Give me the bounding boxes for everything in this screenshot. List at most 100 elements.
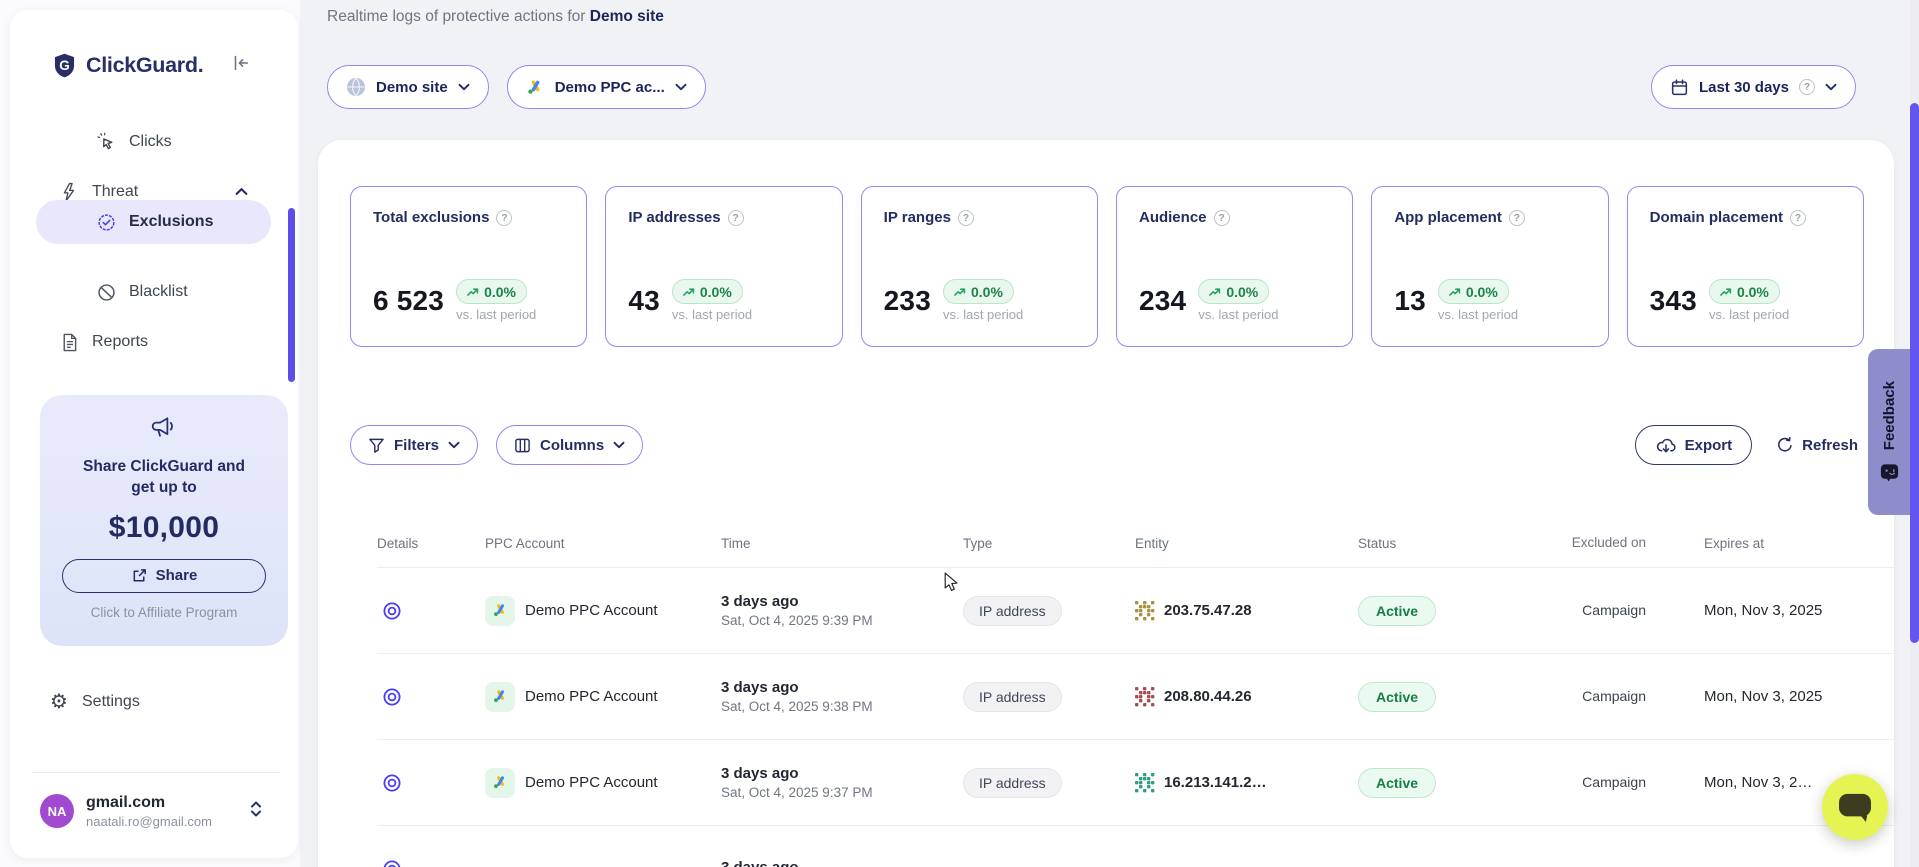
columns-icon xyxy=(514,437,531,454)
brand-header: ClickGuard. xyxy=(51,46,278,84)
delta-badge: 0.0% xyxy=(456,279,527,304)
time-relative: 3 days ago xyxy=(721,679,963,696)
type-badge: IP address xyxy=(963,596,1062,626)
avatar: NA xyxy=(40,794,74,828)
table-row: Demo PPC Account 3 days agoSat, Oct 4, 2… xyxy=(377,568,1894,654)
clickguard-app: ClickGuard. Clicks Threat Exclusions Bla… xyxy=(0,0,1919,867)
stats-row: Total exclusions 6 523 0.0% vs. last per… xyxy=(350,186,1864,347)
stat-card-total-exclusions: Total exclusions 6 523 0.0% vs. last per… xyxy=(350,186,587,347)
stat-title: IP ranges xyxy=(884,209,951,226)
affiliate-promo-card[interactable]: Share ClickGuard and get up to $10,000 S… xyxy=(40,395,288,646)
date-range-label: Last 30 days xyxy=(1699,79,1789,96)
sidebar-item-settings[interactable]: ⚙ Settings xyxy=(10,684,298,720)
page-scrollbar-thumb[interactable] xyxy=(1910,103,1919,643)
view-details-eye-icon[interactable] xyxy=(379,598,405,624)
stat-card-audience: Audience 234 0.0% vs. last period xyxy=(1116,186,1353,347)
refresh-button[interactable]: Refresh xyxy=(1770,425,1864,465)
help-icon[interactable] xyxy=(958,210,974,226)
date-range-selector[interactable]: Last 30 days xyxy=(1651,65,1856,109)
status-badge: Active xyxy=(1358,682,1436,712)
chevron-updown-icon xyxy=(248,799,264,824)
sidebar-collapse-icon[interactable] xyxy=(228,50,254,76)
stat-value: 6 523 xyxy=(373,285,444,317)
stat-title: Total exclusions xyxy=(373,209,489,226)
stat-card-ip-addresses: IP addresses 43 0.0% vs. last period xyxy=(605,186,842,347)
col-header-time: Time xyxy=(721,536,963,551)
help-icon[interactable] xyxy=(1214,210,1230,226)
time-exact: Sat, Oct 4, 2025 9:39 PM xyxy=(721,613,963,628)
external-link-icon xyxy=(131,567,148,584)
col-header-ppc-account: PPC Account xyxy=(485,536,721,551)
sidebar-item-blacklist[interactable]: Blacklist xyxy=(10,274,298,310)
filters-button[interactable]: Filters xyxy=(350,425,478,465)
entity-value: 203.75.47.28 xyxy=(1164,602,1252,619)
trend-up-icon xyxy=(954,287,966,297)
status-badge: Active xyxy=(1358,768,1436,798)
sidebar-item-clicks[interactable]: Clicks xyxy=(10,124,298,160)
stat-card-ip-ranges: IP ranges 233 0.0% vs. last period xyxy=(861,186,1098,347)
time-relative: 3 days ago xyxy=(721,859,963,867)
view-details-eye-icon[interactable] xyxy=(379,684,405,710)
col-header-type: Type xyxy=(963,536,1135,551)
stat-value: 343 xyxy=(1650,285,1697,317)
exclusions-table: Details PPC Account Time Type Entity Sta… xyxy=(377,520,1894,867)
help-icon[interactable] xyxy=(496,210,512,226)
stat-title: App placement xyxy=(1394,209,1502,226)
stat-value: 233 xyxy=(884,285,931,317)
sidebar-divider xyxy=(32,772,280,773)
delta-badge: 0.0% xyxy=(943,279,1014,304)
sidebar-scrollbar-thumb[interactable] xyxy=(288,208,295,382)
chevron-down-icon xyxy=(448,441,460,449)
account-selector-label: Demo PPC ac... xyxy=(555,79,665,96)
excluded-on-value: Campaign xyxy=(1582,688,1646,704)
user-info: gmail.com naatali.ro@gmail.com xyxy=(86,794,212,829)
sidebar: ClickGuard. Clicks Threat Exclusions Bla… xyxy=(10,10,298,858)
trend-up-icon xyxy=(1209,287,1221,297)
help-icon[interactable] xyxy=(1790,210,1806,226)
time-relative: 3 days ago xyxy=(721,765,963,782)
content-card: Total exclusions 6 523 0.0% vs. last per… xyxy=(318,140,1894,867)
ppc-account-name: Demo PPC Account xyxy=(525,602,658,619)
entity-identicon xyxy=(1135,773,1155,793)
export-button[interactable]: Export xyxy=(1635,425,1753,465)
feedback-tab[interactable]: Feedback xyxy=(1868,349,1910,515)
entity-value: 16.213.141.2… xyxy=(1164,774,1267,791)
table-toolbar: Filters Columns Export Refresh xyxy=(350,425,1864,465)
type-badge: IP address xyxy=(963,682,1062,712)
sidebar-item-reports[interactable]: Reports xyxy=(10,324,298,360)
chat-launcher-button[interactable] xyxy=(1822,774,1888,840)
ppc-account-name: Demo PPC Account xyxy=(525,688,658,705)
delta-caption: vs. last period xyxy=(1438,307,1518,322)
site-selector-label: Demo site xyxy=(376,79,448,96)
page-subtitle: Realtime logs of protective actions for … xyxy=(327,8,664,26)
sidebar-item-label: Exclusions xyxy=(129,213,213,231)
funnel-icon xyxy=(368,437,385,454)
share-button[interactable]: Share xyxy=(62,559,266,593)
ppc-account-selector[interactable]: Demo PPC ac... xyxy=(507,65,706,109)
megaphone-icon xyxy=(149,415,179,447)
help-icon[interactable] xyxy=(728,210,744,226)
columns-button[interactable]: Columns xyxy=(496,425,643,465)
clickguard-logo-icon xyxy=(51,52,78,79)
cloud-download-icon xyxy=(1655,436,1676,455)
google-ads-icon xyxy=(485,768,515,798)
entity-value: 208.80.44.26 xyxy=(1164,688,1252,705)
delta-badge: 0.0% xyxy=(1709,279,1780,304)
col-header-excluded-on: Excluded on xyxy=(1548,534,1704,552)
stat-title: Domain placement xyxy=(1650,209,1783,226)
account-menu[interactable]: NA gmail.com naatali.ro@gmail.com xyxy=(40,788,278,834)
view-details-eye-icon[interactable] xyxy=(379,856,405,867)
delta-badge: 0.0% xyxy=(1198,279,1269,304)
site-selector[interactable]: Demo site xyxy=(327,65,489,109)
brand-wordmark: ClickGuard. xyxy=(86,53,203,78)
sidebar-item-exclusions[interactable]: Exclusions xyxy=(36,200,271,244)
type-badge: IP address xyxy=(963,768,1062,798)
view-details-eye-icon[interactable] xyxy=(379,770,405,796)
selector-row: Demo site Demo PPC ac... Last 30 days xyxy=(327,65,1856,109)
trend-up-icon xyxy=(1449,287,1461,297)
sidebar-item-label: Settings xyxy=(82,693,140,711)
table-row: 3 days ago xyxy=(377,826,1894,867)
feedback-face-icon xyxy=(1879,462,1900,483)
delta-badge: 0.0% xyxy=(672,279,743,304)
help-icon[interactable] xyxy=(1509,210,1525,226)
